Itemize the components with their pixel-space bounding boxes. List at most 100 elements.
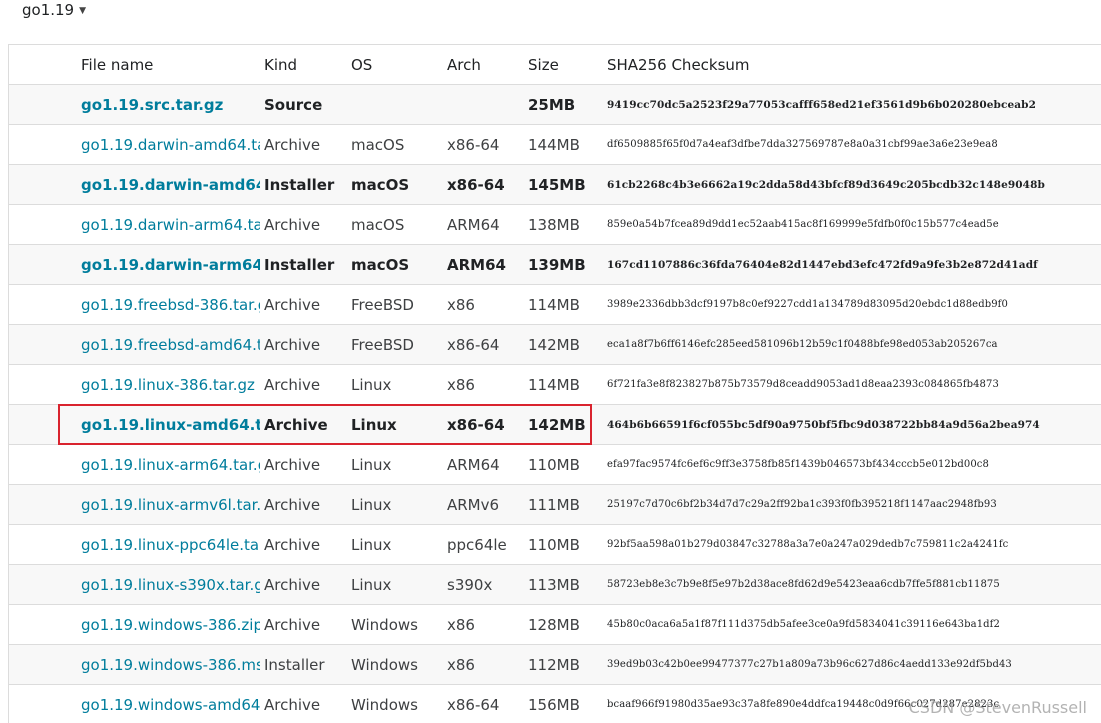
kind-cell: Source [260,84,347,125]
size-cell: 110MB [524,524,603,565]
download-link[interactable]: go1.19.linux-s390x.tar.gz [81,576,260,594]
size-cell: 114MB [524,364,603,405]
table-row: go1.19.linux-amd64.tar.gzArchiveLinuxx86… [9,404,1101,445]
table-row: go1.19.linux-arm64.tar.gz Archive Linux ARM… [9,444,1101,485]
version-toggle[interactable]: go1.19 ▼ [22,0,86,22]
download-link[interactable]: go1.19.darwin-amd64.pkg [81,176,260,194]
download-link[interactable]: go1.19.freebsd-386.tar.gz [81,296,260,314]
file-name-cell: go1.19.windows-386.zip [9,604,260,645]
table-body: go1.19.src.tar.gz Source 25MB 9419cc70dc5a2… [9,84,1101,723]
arch-cell: x86-64 [443,164,524,205]
checksum-cell: 45b80c0aca6a5a1f87f111d375db5afee3ce0a9f… [603,604,1101,645]
download-link[interactable]: go1.19.windows-amd64.zip [81,696,260,714]
os-cell: FreeBSD [347,324,443,365]
arch-cell: ARM64 [443,204,524,245]
table-row: go1.19.windows-386.msi Installer Windows x8… [9,644,1101,685]
file-name-cell: go1.19.linux-amd64.tar.gz [9,404,260,445]
version-label: go1.19 [22,1,75,19]
download-link[interactable]: go1.19.linux-arm64.tar.gz [81,456,260,474]
size-cell: 112MB [524,644,603,685]
checksum-cell: 6f721fa3e8f823827b875b73579d8ceadd9053ad… [603,364,1101,405]
checksum-cell: efa97fac9574fc6ef6c9ff3e3758fb85f1439b04… [603,444,1101,485]
table-row: go1.19.darwin-amd64.tar.gzArchivemacOSx8… [9,124,1101,165]
size-cell: 110MB [524,444,603,485]
arch-cell: ppc64le [443,524,524,565]
table-row: go1.19.src.tar.gz Source 25MB 9419cc70dc5a2… [9,84,1101,125]
kind-cell: Archive [260,364,347,405]
size-cell: 144MB [524,124,603,165]
size-cell: 142MB [524,324,603,365]
download-link[interactable]: go1.19.linux-amd64.tar.gz [81,416,260,434]
table-row: go1.19.darwin-arm64.pkgInstallermacOSARM… [9,244,1101,285]
os-cell: Linux [347,444,443,485]
size-cell: 138MB [524,204,603,245]
table-row: go1.19.linux-386.tar.gz Archive Linux x86 11… [9,364,1101,405]
os-cell: Linux [347,364,443,405]
os-cell: macOS [347,124,443,165]
download-link[interactable]: go1.19.freebsd-amd64.tar.gz [81,336,260,354]
arch-cell: x86 [443,604,524,645]
download-link[interactable]: go1.19.windows-386.msi [81,656,260,674]
table-row: go1.19.windows-386.zip Archive Windows x86 1… [9,604,1101,645]
downloads-table: File name Kind OS Arch Size SHA256 Check… [9,45,1101,723]
size-cell: 139MB [524,244,603,285]
file-name-cell: go1.19.linux-s390x.tar.gz [9,564,260,605]
checksum-cell: 167cd1107886c36fda76404e82d1447ebd3efc47… [603,244,1101,285]
table-row: go1.19.freebsd-amd64.tar.gzArchiveFreeBS… [9,324,1101,365]
checksum-cell: df6509885f65f0d7a4eaf3dfbe7dda327569787e… [603,124,1101,165]
os-cell: Linux [347,484,443,525]
download-link[interactable]: go1.19.linux-386.tar.gz [81,376,255,394]
size-cell: 128MB [524,604,603,645]
kind-cell: Archive [260,604,347,645]
checksum-cell: bcaaf966f91980d35ae93c37a8fe890e4ddfca19… [603,684,1101,723]
checksum-cell: 92bf5aa598a01b279d03847c32788a3a7e0a247a… [603,524,1101,565]
table-row: go1.19.linux-s390x.tar.gz Archive Linux s39… [9,564,1101,605]
size-cell: 25MB [524,84,603,125]
file-name-cell: go1.19.darwin-amd64.tar.gz [9,124,260,165]
os-cell: Linux [347,524,443,565]
file-name-cell: go1.19.darwin-arm64.pkg [9,244,260,285]
kind-cell: Installer [260,164,347,205]
os-cell: Windows [347,604,443,645]
file-name-cell: go1.19.freebsd-amd64.tar.gz [9,324,260,365]
size-cell: 114MB [524,284,603,325]
arch-cell [443,84,524,125]
arch-cell: ARM64 [443,244,524,285]
file-name-cell: go1.19.linux-arm64.tar.gz [9,444,260,485]
download-link[interactable]: go1.19.windows-386.zip [81,616,260,634]
table-row: go1.19.darwin-amd64.pkgInstallermacOSx86… [9,164,1101,205]
arch-cell: x86 [443,644,524,685]
kind-cell: Installer [260,644,347,685]
os-cell: macOS [347,204,443,245]
table-row: go1.19.freebsd-386.tar.gz Archive FreeBSD x… [9,284,1101,325]
download-link[interactable]: go1.19.darwin-arm64.tar.gz [81,216,260,234]
download-link[interactable]: go1.19.linux-armv6l.tar.gz [81,496,260,514]
download-link[interactable]: go1.19.src.tar.gz [81,96,223,114]
column-header-checksum: SHA256 Checksum [603,45,1101,85]
checksum-cell: 9419cc70dc5a2523f29a77053cafff658ed21ef3… [603,84,1101,125]
os-cell: Windows [347,684,443,723]
table-row: go1.19.darwin-arm64.tar.gzArchivemacOSAR… [9,204,1101,245]
arch-cell: x86 [443,284,524,325]
kind-cell: Archive [260,204,347,245]
file-name-cell: go1.19.src.tar.gz [9,84,260,125]
os-cell: macOS [347,164,443,205]
os-cell [347,84,443,125]
table-header-row: File name Kind OS Arch Size SHA256 Check… [9,45,1101,85]
download-link[interactable]: go1.19.linux-ppc64le.tar.gz [81,536,260,554]
kind-cell: Archive [260,444,347,485]
arch-cell: ARMv6 [443,484,524,525]
arch-cell: ARM64 [443,444,524,485]
download-link[interactable]: go1.19.darwin-amd64.tar.gz [81,136,260,154]
os-cell: Linux [347,404,443,445]
column-header-kind: Kind [260,45,347,85]
kind-cell: Archive [260,484,347,525]
size-cell: 111MB [524,484,603,525]
arch-cell: x86 [443,364,524,405]
download-link[interactable]: go1.19.darwin-arm64.pkg [81,256,260,274]
size-cell: 142MB [524,404,603,445]
table-row: go1.19.linux-armv6l.tar.gz Archive Linux AR… [9,484,1101,525]
checksum-cell: 61cb2268c4b3e6662a19c2dda58d43bfcf89d364… [603,164,1101,205]
os-cell: Linux [347,564,443,605]
os-cell: FreeBSD [347,284,443,325]
